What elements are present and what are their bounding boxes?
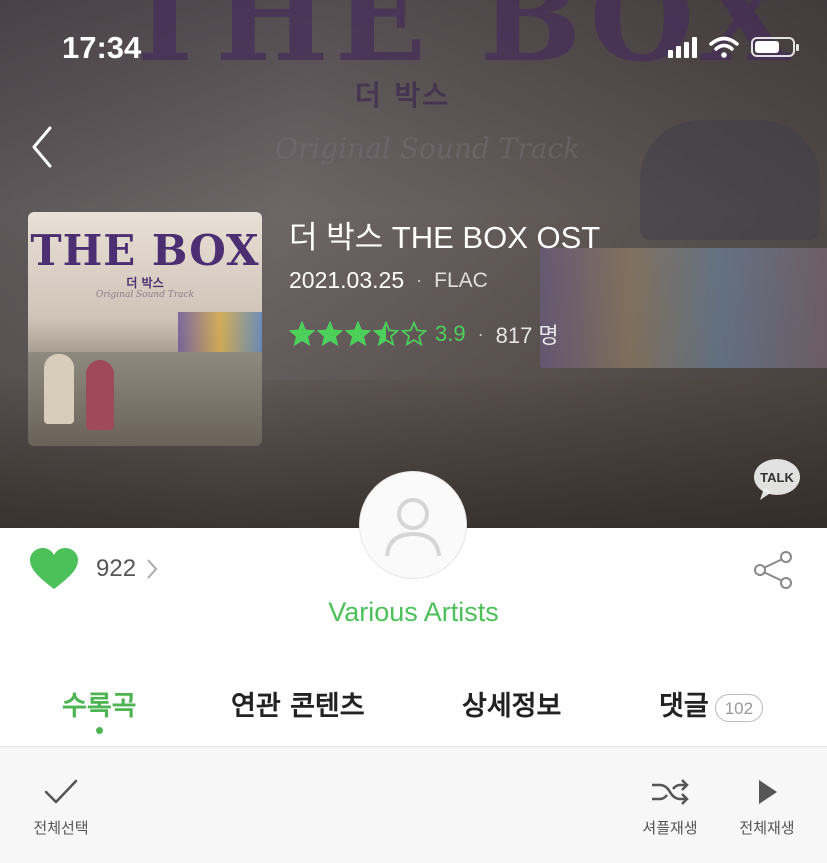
album-meta: 2021.03.25 · FLAC (289, 267, 488, 294)
star-icon (401, 321, 427, 347)
chevron-right-icon (147, 559, 158, 579)
release-date: 2021.03.25 (289, 267, 405, 293)
bottom-toolbar: 전체선택 셔플재생 전체재생 (0, 746, 827, 863)
like-button[interactable]: 922 (28, 547, 158, 591)
shuffle-play-label: 셔플재생 (642, 819, 698, 837)
share-icon[interactable] (752, 550, 796, 590)
tab-bar: 수록곡 연관 콘텐츠 상세정보 댓글 102 (0, 664, 827, 746)
tab-comments[interactable]: 댓글 102 (659, 684, 764, 723)
background-art-korean: 더 박스 (355, 79, 451, 112)
album-rating[interactable]: 3.9 · 817 명 (289, 318, 559, 350)
play-all-label: 전체재생 (739, 819, 795, 837)
talk-icon: TALK (754, 459, 800, 500)
cover-graffiti (178, 312, 262, 352)
status-icons (668, 36, 799, 58)
tab-tracks-label: 수록곡 (62, 691, 137, 722)
select-all-button[interactable]: 전체선택 (28, 777, 94, 838)
cover-person (86, 360, 114, 430)
artist-name[interactable]: Various Artists (0, 597, 827, 628)
active-tab-indicator (96, 727, 103, 734)
rating-count: 817 명 (495, 323, 559, 348)
signal-icon (668, 36, 697, 58)
check-icon (44, 779, 78, 804)
talk-label: TALK (760, 470, 794, 485)
battery-icon (751, 37, 799, 57)
background-art-subtitle: Original Sound Track (275, 132, 581, 165)
star-icon (373, 321, 399, 347)
star-icon (345, 321, 371, 347)
rating-stars (289, 321, 427, 347)
like-count: 922 (96, 555, 137, 582)
shuffle-play-button[interactable]: 셔플재생 (637, 777, 703, 838)
tab-comments-label: 댓글 (659, 691, 709, 722)
tab-related-content[interactable]: 연관 콘텐츠 (231, 684, 365, 723)
album-title: 더 박스 THE BOX OST (289, 220, 601, 255)
shuffle-icon (652, 779, 689, 805)
star-icon (289, 321, 315, 347)
tab-details-label: 상세정보 (462, 691, 562, 722)
person-icon (385, 498, 441, 557)
rating-value: 3.9 (435, 321, 466, 346)
status-time: 17:34 (62, 30, 142, 65)
tab-tracks[interactable]: 수록곡 (62, 684, 137, 723)
background-motorcycle (640, 120, 820, 240)
cover-subtitle: Original Sound Track (95, 290, 195, 300)
tab-details[interactable]: 상세정보 (462, 684, 561, 723)
star-icon (317, 321, 343, 347)
meta-separator: · (477, 323, 484, 344)
cover-title: THE BOX (30, 226, 260, 275)
talk-button[interactable]: TALK (752, 458, 802, 502)
select-all-label: 전체선택 (33, 819, 89, 837)
meta-separator: · (416, 270, 423, 290)
album-header: THE BOX 더 박스 Original Sound Track 17:34 … (0, 0, 827, 528)
play-icon (759, 780, 777, 804)
cover-person (44, 354, 74, 424)
cover-korean-title: 더 박스 (126, 276, 164, 290)
play-all-button[interactable]: 전체재생 (734, 777, 800, 838)
back-arrow-icon[interactable] (28, 124, 68, 170)
comment-count-badge: 102 (714, 693, 764, 722)
artist-avatar[interactable] (359, 471, 467, 579)
album-cover[interactable]: THE BOX 더 박스 Original Sound Track (28, 212, 262, 446)
heart-icon (30, 548, 78, 589)
tab-related-label: 연관 콘텐츠 (231, 691, 365, 722)
wifi-icon (709, 36, 739, 58)
background-graffiti-wall (540, 248, 827, 368)
audio-format: FLAC (434, 268, 488, 292)
